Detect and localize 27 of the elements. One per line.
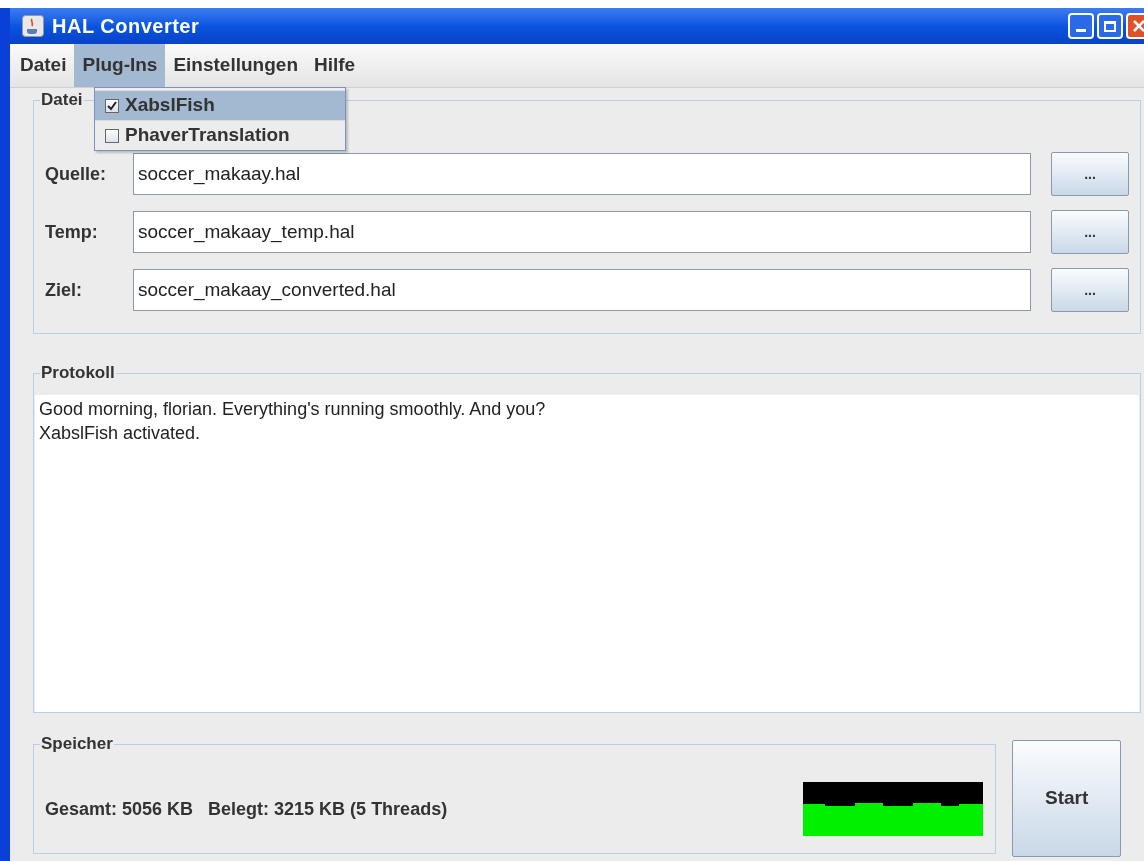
menu-item[interactable]: Datei <box>12 44 75 87</box>
browse-button[interactable]: ... <box>1051 268 1129 312</box>
field-label: Quelle: <box>44 162 107 186</box>
input-field[interactable]: soccer_makaay_converted.hal <box>133 269 1031 311</box>
field-label: Temp: <box>44 220 99 244</box>
field-label: Ziel: <box>44 278 83 302</box>
menu-item[interactable]: Einstellungen <box>165 44 306 87</box>
log-line: Good morning, florian. Everything's running smoothly. And you? <box>39 398 547 421</box>
log-line: XabslFish activated. <box>39 422 202 445</box>
start-button[interactable]: Start <box>1012 740 1121 857</box>
browse-button[interactable]: ... <box>1051 152 1129 196</box>
checkbox[interactable] <box>105 128 119 143</box>
checkbox[interactable] <box>105 98 119 113</box>
maximize-button[interactable] <box>1097 13 1123 39</box>
coffee-cup-icon <box>22 15 44 37</box>
browse-button[interactable]: ... <box>1051 210 1129 254</box>
menu-item[interactable]: Hilfe <box>306 44 364 87</box>
window-title: HAL Converter <box>52 14 200 39</box>
minimize-button[interactable] <box>1068 13 1094 39</box>
input-field[interactable]: soccer_makaay_temp.hal <box>133 211 1031 253</box>
group-title: Speicher <box>40 734 114 754</box>
close-icon <box>1133 20 1144 32</box>
menu-option[interactable]: XabslFish <box>95 90 345 120</box>
menu-option[interactable]: PhaverTranslation <box>95 120 345 150</box>
input-field[interactable]: soccer_makaay.hal <box>133 153 1031 195</box>
memory-summary: Gesamt: 5056 KB Belegt: 3215 KB (5 Threads) <box>45 797 448 821</box>
menu-item[interactable]: Plug-Ins <box>74 44 166 87</box>
